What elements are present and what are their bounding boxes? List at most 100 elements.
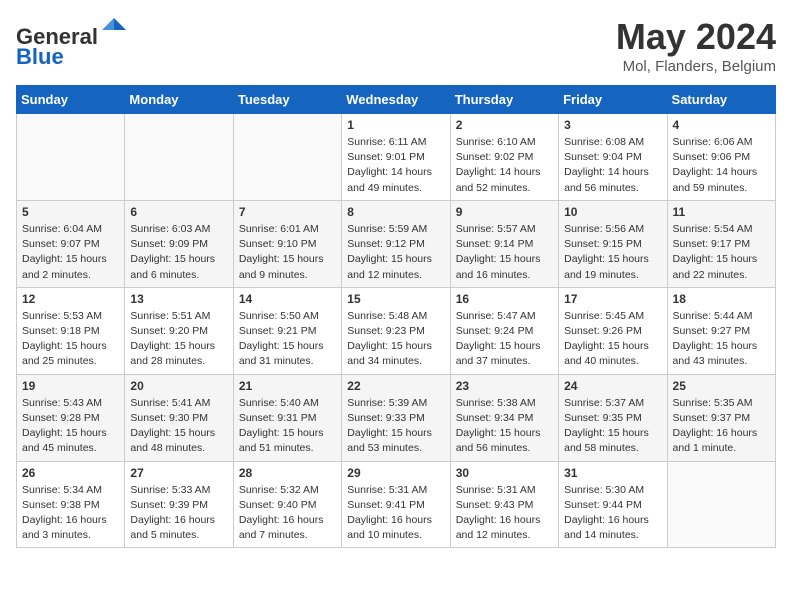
location: Mol, Flanders, Belgium — [616, 58, 776, 75]
calendar-cell: 27 Sunrise: 5:33 AM Sunset: 9:39 PM Dayli… — [125, 461, 233, 548]
cell-content: Sunrise: 5:50 AM Sunset: 9:21 PM Dayligh… — [239, 309, 336, 370]
day-number: 6 — [130, 205, 227, 219]
day-number: 31 — [564, 466, 661, 480]
page-header: General Blue May 2024 Mol, Flanders, Bel… — [16, 16, 776, 75]
calendar-cell: 3 Sunrise: 6:08 AM Sunset: 9:04 PM Daylig… — [559, 114, 667, 201]
calendar-cell: 23 Sunrise: 5:38 AM Sunset: 9:34 PM Dayli… — [450, 374, 558, 461]
day-number: 28 — [239, 466, 336, 480]
day-number: 22 — [347, 379, 444, 393]
day-number: 7 — [239, 205, 336, 219]
cell-content: Sunrise: 5:44 AM Sunset: 9:27 PM Dayligh… — [673, 309, 770, 370]
cell-content: Sunrise: 5:41 AM Sunset: 9:30 PM Dayligh… — [130, 396, 227, 457]
cell-content: Sunrise: 5:30 AM Sunset: 9:44 PM Dayligh… — [564, 483, 661, 544]
cell-content: Sunrise: 6:08 AM Sunset: 9:04 PM Dayligh… — [564, 135, 661, 196]
calendar-cell: 18 Sunrise: 5:44 AM Sunset: 9:27 PM Dayli… — [667, 287, 775, 374]
calendar-cell: 14Sunrise: 5:50 AM Sunset: 9:21 PM Dayli… — [233, 287, 341, 374]
calendar-cell: 24Sunrise: 5:37 AM Sunset: 9:35 PM Dayli… — [559, 374, 667, 461]
calendar-cell: 15Sunrise: 5:48 AM Sunset: 9:23 PM Dayli… — [342, 287, 450, 374]
cell-content: Sunrise: 5:31 AM Sunset: 9:43 PM Dayligh… — [456, 483, 553, 544]
cell-content: Sunrise: 5:33 AM Sunset: 9:39 PM Dayligh… — [130, 483, 227, 544]
day-number: 4 — [673, 118, 770, 132]
calendar-cell: 17 Sunrise: 5:45 AM Sunset: 9:26 PM Dayli… — [559, 287, 667, 374]
week-row-5: 26 Sunrise: 5:34 AM Sunset: 9:38 PM Dayli… — [17, 461, 776, 548]
calendar-cell: 29Sunrise: 5:31 AM Sunset: 9:41 PM Dayli… — [342, 461, 450, 548]
day-number: 15 — [347, 292, 444, 306]
weekday-header-sunday: Sunday — [17, 86, 125, 114]
day-number: 2 — [456, 118, 553, 132]
calendar-cell: 6 Sunrise: 6:03 AM Sunset: 9:09 PM Daylig… — [125, 200, 233, 287]
cell-content: Sunrise: 5:51 AM Sunset: 9:20 PM Dayligh… — [130, 309, 227, 370]
day-number: 8 — [347, 205, 444, 219]
cell-content: Sunrise: 5:56 AM Sunset: 9:15 PM Dayligh… — [564, 222, 661, 283]
cell-content: Sunrise: 5:32 AM Sunset: 9:40 PM Dayligh… — [239, 483, 336, 544]
day-number: 21 — [239, 379, 336, 393]
cell-content: Sunrise: 5:39 AM Sunset: 9:33 PM Dayligh… — [347, 396, 444, 457]
calendar-cell: 13Sunrise: 5:51 AM Sunset: 9:20 PM Dayli… — [125, 287, 233, 374]
calendar-cell: 31 Sunrise: 5:30 AM Sunset: 9:44 PM Dayli… — [559, 461, 667, 548]
day-number: 20 — [130, 379, 227, 393]
day-number: 23 — [456, 379, 553, 393]
calendar-cell: 21Sunrise: 5:40 AM Sunset: 9:31 PM Dayli… — [233, 374, 341, 461]
calendar-cell: 7 Sunrise: 6:01 AM Sunset: 9:10 PM Daylig… — [233, 200, 341, 287]
day-number: 25 — [673, 379, 770, 393]
calendar-cell — [667, 461, 775, 548]
calendar-cell: 10Sunrise: 5:56 AM Sunset: 9:15 PM Dayli… — [559, 200, 667, 287]
weekday-header-monday: Monday — [125, 86, 233, 114]
calendar-cell: 28 Sunrise: 5:32 AM Sunset: 9:40 PM Dayli… — [233, 461, 341, 548]
cell-content: Sunrise: 6:10 AM Sunset: 9:02 PM Dayligh… — [456, 135, 553, 196]
calendar-cell: 30 Sunrise: 5:31 AM Sunset: 9:43 PM Dayli… — [450, 461, 558, 548]
day-number: 26 — [22, 466, 119, 480]
week-row-2: 5 Sunrise: 6:04 AM Sunset: 9:07 PM Daylig… — [17, 200, 776, 287]
cell-content: Sunrise: 5:45 AM Sunset: 9:26 PM Dayligh… — [564, 309, 661, 370]
day-number: 11 — [673, 205, 770, 219]
day-number: 27 — [130, 466, 227, 480]
calendar-cell — [125, 114, 233, 201]
day-number: 1 — [347, 118, 444, 132]
week-row-3: 12Sunrise: 5:53 AM Sunset: 9:18 PM Dayli… — [17, 287, 776, 374]
calendar-cell: 5 Sunrise: 6:04 AM Sunset: 9:07 PM Daylig… — [17, 200, 125, 287]
cell-content: Sunrise: 5:35 AM Sunset: 9:37 PM Dayligh… — [673, 396, 770, 457]
calendar-cell: 11 Sunrise: 5:54 AM Sunset: 9:17 PM Dayli… — [667, 200, 775, 287]
day-number: 17 — [564, 292, 661, 306]
day-number: 3 — [564, 118, 661, 132]
cell-content: Sunrise: 5:34 AM Sunset: 9:38 PM Dayligh… — [22, 483, 119, 544]
calendar-table: SundayMondayTuesdayWednesdayThursdayFrid… — [16, 85, 776, 548]
cell-content: Sunrise: 5:57 AM Sunset: 9:14 PM Dayligh… — [456, 222, 553, 283]
calendar-cell: 22 Sunrise: 5:39 AM Sunset: 9:33 PM Dayli… — [342, 374, 450, 461]
calendar-cell: 8 Sunrise: 5:59 AM Sunset: 9:12 PM Daylig… — [342, 200, 450, 287]
calendar-cell: 19 Sunrise: 5:43 AM Sunset: 9:28 PM Dayli… — [17, 374, 125, 461]
day-number: 19 — [22, 379, 119, 393]
day-number: 29 — [347, 466, 444, 480]
weekday-header-thursday: Thursday — [450, 86, 558, 114]
weekday-header-saturday: Saturday — [667, 86, 775, 114]
calendar-cell: 26 Sunrise: 5:34 AM Sunset: 9:38 PM Dayli… — [17, 461, 125, 548]
calendar-cell: 4 Sunrise: 6:06 AM Sunset: 9:06 PM Daylig… — [667, 114, 775, 201]
calendar-cell: 12Sunrise: 5:53 AM Sunset: 9:18 PM Dayli… — [17, 287, 125, 374]
logo: General Blue — [16, 16, 128, 69]
cell-content: Sunrise: 5:47 AM Sunset: 9:24 PM Dayligh… — [456, 309, 553, 370]
cell-content: Sunrise: 5:59 AM Sunset: 9:12 PM Dayligh… — [347, 222, 444, 283]
weekday-header-tuesday: Tuesday — [233, 86, 341, 114]
cell-content: Sunrise: 5:38 AM Sunset: 9:34 PM Dayligh… — [456, 396, 553, 457]
logo-blue: Blue — [16, 44, 64, 69]
day-number: 30 — [456, 466, 553, 480]
calendar-cell: 25 Sunrise: 5:35 AM Sunset: 9:37 PM Dayli… — [667, 374, 775, 461]
header-row: SundayMondayTuesdayWednesdayThursdayFrid… — [17, 86, 776, 114]
day-number: 18 — [673, 292, 770, 306]
calendar-cell: 20 Sunrise: 5:41 AM Sunset: 9:30 PM Dayli… — [125, 374, 233, 461]
day-number: 16 — [456, 292, 553, 306]
cell-content: Sunrise: 6:03 AM Sunset: 9:09 PM Dayligh… — [130, 222, 227, 283]
cell-content: Sunrise: 5:54 AM Sunset: 9:17 PM Dayligh… — [673, 222, 770, 283]
week-row-4: 19 Sunrise: 5:43 AM Sunset: 9:28 PM Dayli… — [17, 374, 776, 461]
cell-content: Sunrise: 6:04 AM Sunset: 9:07 PM Dayligh… — [22, 222, 119, 283]
cell-content: Sunrise: 5:43 AM Sunset: 9:28 PM Dayligh… — [22, 396, 119, 457]
cell-content: Sunrise: 5:53 AM Sunset: 9:18 PM Dayligh… — [22, 309, 119, 370]
cell-content: Sunrise: 6:06 AM Sunset: 9:06 PM Dayligh… — [673, 135, 770, 196]
cell-content: Sunrise: 6:01 AM Sunset: 9:10 PM Dayligh… — [239, 222, 336, 283]
logo-icon — [100, 16, 128, 44]
calendar-cell: 1Sunrise: 6:11 AM Sunset: 9:01 PM Daylig… — [342, 114, 450, 201]
title-block: May 2024 Mol, Flanders, Belgium — [616, 16, 776, 75]
calendar-cell: 9Sunrise: 5:57 AM Sunset: 9:14 PM Daylig… — [450, 200, 558, 287]
calendar-cell — [233, 114, 341, 201]
day-number: 5 — [22, 205, 119, 219]
